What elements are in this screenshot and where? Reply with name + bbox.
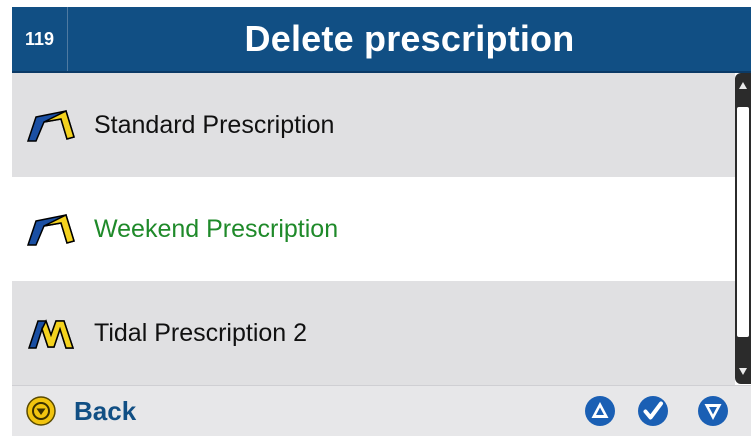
- scroll-down-arrow-icon: [739, 368, 747, 375]
- back-button[interactable]: Back: [26, 395, 136, 427]
- down-triangle-button-icon[interactable]: [697, 395, 729, 427]
- list-item-label: Tidal Prescription 2: [94, 318, 308, 347]
- tidal-prescription-icon: [27, 319, 75, 349]
- standard-prescription-icon: [26, 213, 75, 246]
- back-circle-icon: [26, 396, 56, 426]
- check-button-icon[interactable]: [637, 395, 669, 427]
- scroll-up-arrow-icon: [739, 82, 747, 89]
- header-bar: 119 Delete prescription: [12, 7, 751, 73]
- up-triangle-button-icon[interactable]: [584, 395, 616, 427]
- standard-prescription-icon: [26, 109, 75, 142]
- list-item-label: Standard Prescription: [94, 110, 335, 139]
- scroll-thumb[interactable]: [737, 107, 749, 337]
- list-item-weekend-prescription[interactable]: Weekend Prescription: [12, 177, 735, 282]
- footer-bar: Back: [12, 385, 751, 436]
- list-scrollbar[interactable]: [735, 73, 751, 384]
- screen-number: 119: [12, 7, 68, 71]
- list-item-standard-prescription[interactable]: Standard Prescription: [12, 73, 735, 178]
- page-title: Delete prescription: [244, 18, 575, 59]
- prescription-list: Standard Prescription Weekend Prescripti…: [12, 73, 735, 386]
- back-label: Back: [74, 395, 137, 426]
- device-screen: 119 Delete prescription Standard Prescri…: [0, 0, 751, 436]
- list-item-tidal-prescription-2[interactable]: Tidal Prescription 2: [12, 281, 735, 386]
- list-item-label: Weekend Prescription: [94, 214, 339, 243]
